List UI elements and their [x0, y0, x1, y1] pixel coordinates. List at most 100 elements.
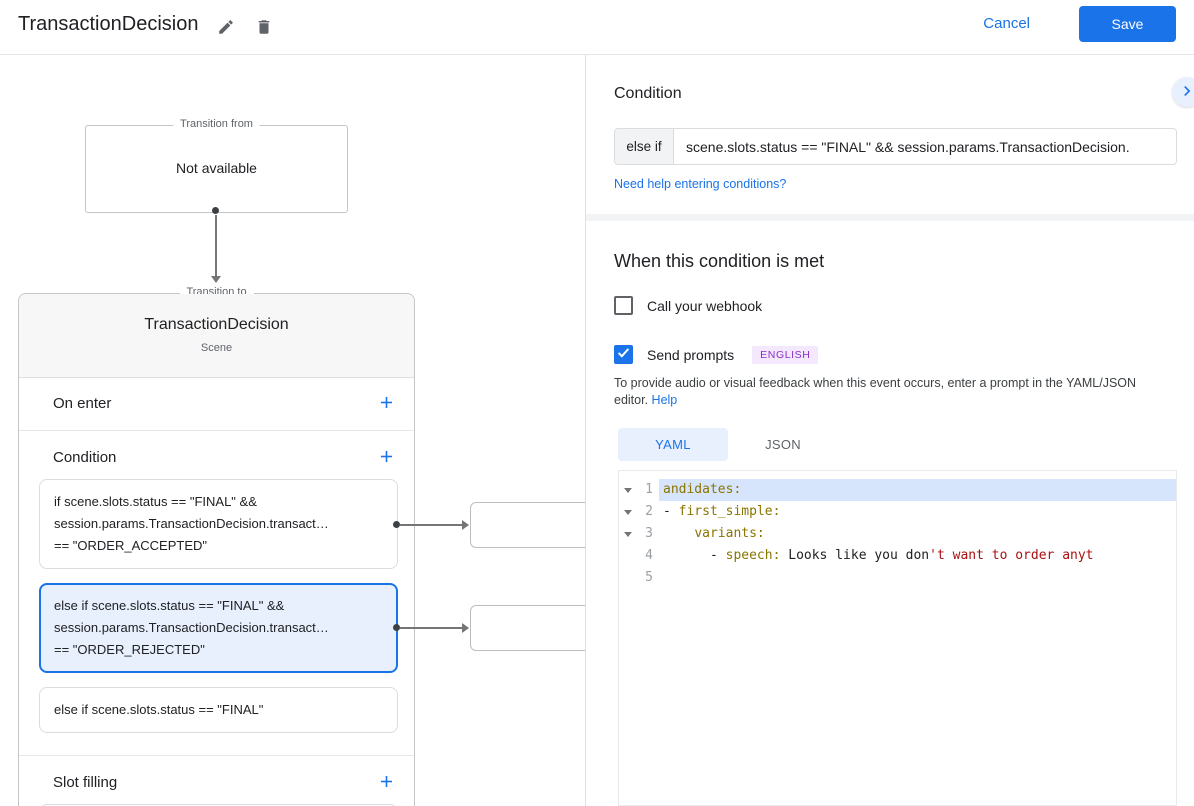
prompt-editor-description: To provide audio or visual feedback when… [614, 375, 1170, 409]
gutter-fold-cell [619, 501, 637, 523]
transition-target-box[interactable] [470, 605, 600, 651]
condition-section-label: Condition [53, 449, 117, 466]
line-number: 4 [645, 548, 653, 563]
save-button[interactable]: Save [1079, 6, 1176, 42]
condition-expression-row: else if [614, 128, 1177, 165]
fold-arrow-icon[interactable] [624, 531, 632, 537]
code-token-plain: - [663, 548, 726, 563]
code-line: 2- first_simple: [619, 501, 1176, 523]
page-title: TransactionDecision [18, 13, 199, 35]
send-prompts-checkbox[interactable] [614, 345, 633, 364]
transition-to-card: Transition to TransactionDecision Scene … [18, 286, 415, 806]
code-line: 3 variants: [619, 523, 1176, 545]
plus-icon [377, 393, 396, 415]
code-token-plain: Looks like you don [780, 548, 930, 563]
transition-arrow-line [215, 215, 217, 276]
collapse-panel-button[interactable] [1172, 77, 1194, 107]
code-text[interactable]: - first_simple: [659, 501, 1176, 523]
arrow-down-icon [211, 276, 221, 283]
condition-text-line: session.params.TransactionDecision.trans… [54, 516, 329, 531]
gutter-fold-cell [619, 567, 637, 589]
connector-dot[interactable] [212, 207, 219, 214]
condition-text-line: session.params.TransactionDecision.trans… [54, 620, 329, 635]
arrow-right-icon [462, 520, 469, 530]
chevron-right-icon [1177, 81, 1194, 104]
code-token-key: speech: [725, 548, 781, 563]
arrow-right-icon [462, 623, 469, 633]
code-line: 1 andidates: [619, 479, 1176, 501]
line-number: 5 [645, 570, 653, 585]
panel-heading: Condition [614, 85, 682, 102]
line-number: 2 [645, 504, 653, 519]
transition-from-content: Not available [176, 160, 257, 176]
tab-json[interactable]: JSON [728, 428, 838, 461]
condition-box[interactable]: if scene.slots.status == "FINAL" && sessi… [39, 479, 398, 569]
connector-dot[interactable] [393, 521, 400, 528]
gutter-fold-cell [619, 523, 637, 545]
code-text[interactable] [659, 567, 1176, 589]
webhook-row: Call your webhook [614, 296, 762, 315]
transition-from-box[interactable]: Transition from Not available [85, 118, 348, 213]
fold-arrow-icon[interactable] [624, 487, 632, 493]
yaml-code-editor[interactable]: 1 andidates: 2- first_simple: 3 variants: 4 … [618, 470, 1177, 806]
transition-from-label: Transition from [173, 118, 260, 130]
code-token-plain: - [663, 504, 679, 519]
help-link[interactable]: Help [652, 393, 678, 407]
transition-target-box[interactable] [470, 502, 600, 548]
fold-arrow-icon[interactable] [624, 509, 632, 515]
edit-title-button[interactable] [212, 14, 240, 42]
call-webhook-checkbox[interactable] [614, 296, 633, 315]
plus-icon [377, 447, 396, 469]
description-text: To provide audio or visual feedback when… [614, 376, 1137, 407]
scene-name: TransactionDecision [144, 316, 289, 333]
gutter-fold-cell [619, 545, 637, 567]
line-number: 3 [645, 526, 653, 541]
scene-graph-canvas: Transition from Not available Transition… [0, 55, 600, 806]
condition-list: if scene.slots.status == "FINAL" && sessi… [39, 479, 398, 733]
scene-type-label: Scene [200, 342, 233, 354]
condition-box-selected[interactable]: else if scene.slots.status == "FINAL" &&… [39, 583, 398, 673]
condition-editor-panel: Condition else if Need help entering con… [585, 55, 1194, 806]
code-line: 4 - speech: Looks like you don't want to… [619, 545, 1176, 567]
code-token-key: first_simple: [678, 504, 781, 519]
on-enter-section: On enter [19, 378, 414, 431]
pencil-icon [217, 18, 235, 39]
code-text[interactable]: variants: [659, 523, 1176, 545]
line-number: 1 [645, 482, 653, 497]
condition-help-link[interactable]: Need help entering conditions? [614, 177, 786, 191]
editor-tabs: YAML JSON [618, 428, 838, 461]
transition-arrow-line [400, 627, 462, 629]
send-prompts-label: Send prompts [647, 346, 735, 363]
add-on-enter-button[interactable] [374, 392, 398, 416]
code-token-key: variants: [694, 526, 765, 541]
code-token-string: 't want to order anyt [929, 548, 1094, 563]
delete-scene-button[interactable] [250, 14, 278, 42]
scene-card-header[interactable]: TransactionDecision Scene [19, 294, 414, 378]
connector-dot[interactable] [393, 624, 400, 631]
condition-box[interactable]: else if scene.slots.status == "FINAL" [39, 687, 398, 733]
code-text[interactable]: - speech: Looks like you don't want to o… [659, 545, 1176, 567]
slot-filling-label: Slot filling [53, 774, 118, 791]
condition-expression-input[interactable] [674, 129, 1176, 164]
code-text-active[interactable]: andidates: [659, 479, 1176, 501]
condition-text-line: == "ORDER_ACCEPTED" [54, 538, 207, 553]
condition-text-line: == "ORDER_REJECTED" [54, 642, 205, 657]
when-condition-met-heading: When this condition is met [614, 251, 825, 271]
condition-text-line: if scene.slots.status == "FINAL" && [54, 494, 257, 509]
gutter-fold-cell [619, 479, 637, 501]
cancel-button[interactable]: Cancel [983, 15, 1030, 32]
add-condition-button[interactable] [374, 446, 398, 470]
call-webhook-label: Call your webhook [647, 297, 763, 314]
code-line: 5 [619, 567, 1176, 589]
condition-text-line: else if scene.slots.status == "FINAL" [54, 702, 264, 717]
condition-prefix-label: else if [615, 129, 674, 164]
condition-text-line: else if scene.slots.status == "FINAL" && [54, 598, 285, 613]
plus-icon [377, 772, 396, 794]
tab-yaml[interactable]: YAML [618, 428, 728, 461]
code-token-key: andidates: [663, 482, 742, 497]
add-slot-button[interactable] [374, 771, 398, 795]
on-enter-label: On enter [53, 395, 112, 412]
trash-icon [255, 18, 273, 39]
scene-editor-page: TransactionDecision Cancel Save Transiti… [0, 0, 1194, 806]
